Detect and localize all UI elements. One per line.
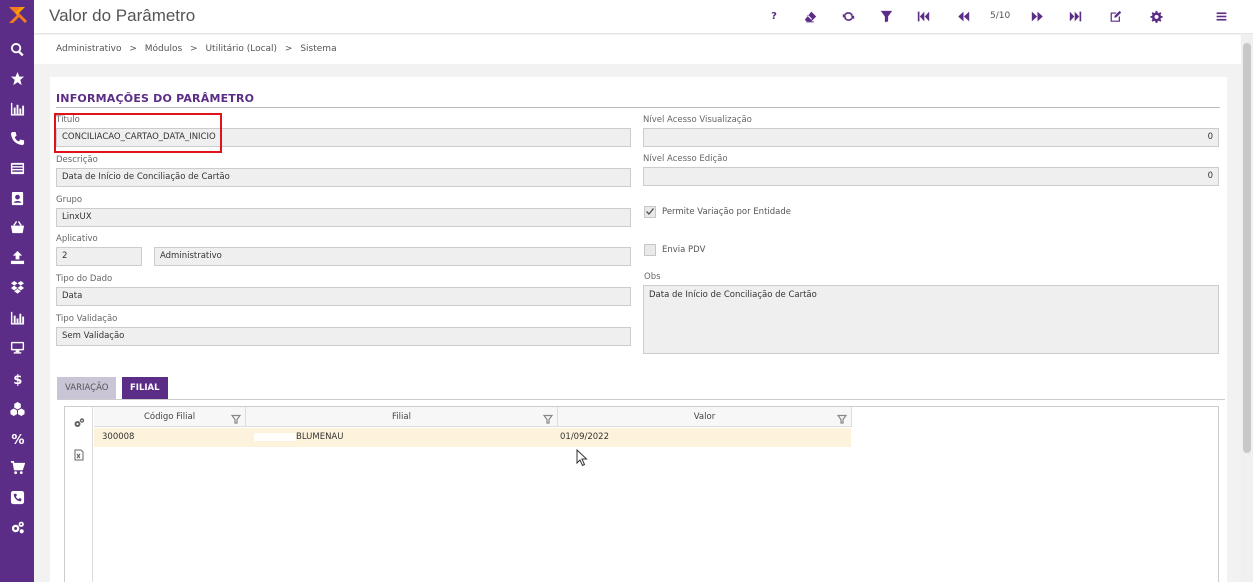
dropbox-icon[interactable] (0, 276, 34, 298)
record-counter: 5/10 (990, 11, 1011, 21)
column-header-label: Valor (693, 412, 716, 422)
nivel-edicao-label: Nível Acesso Edição (643, 154, 728, 164)
next-record-icon[interactable] (1026, 7, 1048, 25)
settings-icon[interactable] (1145, 7, 1167, 25)
percent-icon[interactable]: % (0, 427, 34, 449)
table-row[interactable]: 300008 BLUMENAU 01/09/2022 (94, 428, 851, 447)
breadcrumb-item[interactable]: Utilitário (Local) (205, 44, 277, 54)
monitor-icon[interactable] (0, 336, 34, 358)
obs-label: Obs (644, 272, 661, 282)
phone-square-icon[interactable] (0, 486, 34, 508)
cell-valor: 01/09/2022 (560, 432, 609, 442)
breadcrumb-separator: > (190, 44, 198, 54)
descricao-field[interactable]: Data de Início de Conciliação de Cartão (56, 168, 631, 187)
scrollbar-thumb[interactable] (1243, 43, 1251, 453)
column-header-valor[interactable]: Valor (558, 407, 852, 427)
cell-filial: BLUMENAU (296, 432, 344, 442)
upload-icon[interactable] (0, 246, 34, 268)
aplicativo-code-field[interactable]: 2 (56, 247, 142, 266)
grid-settings-icon[interactable] (72, 416, 86, 430)
cell-codigo-filial: 300008 (102, 432, 135, 442)
svg-text:$: $ (13, 373, 22, 386)
cart-icon[interactable] (0, 456, 34, 478)
tipo-dado-label: Tipo do Dado (56, 274, 113, 284)
section-divider (56, 107, 1220, 108)
export-excel-icon[interactable] (72, 448, 86, 462)
checkmark-icon (646, 208, 654, 215)
aplicativo-label: Aplicativo (56, 234, 98, 244)
obs-textarea[interactable]: Data de Início de Conciliação de Cartão (643, 285, 1219, 354)
tipo-validacao-label: Tipo Validação (56, 314, 118, 324)
search-icon[interactable] (0, 38, 34, 60)
descricao-label: Descrição (56, 155, 98, 165)
column-filter-icon[interactable] (836, 412, 848, 424)
bar-chart-icon[interactable] (0, 306, 34, 328)
parameter-panel: INFORMAÇÕES DO PARÂMETRO Título CONCILIA… (50, 77, 1227, 582)
nivel-edicao-field[interactable]: 0 (643, 167, 1219, 186)
permite-variacao-checkbox[interactable] (644, 206, 656, 218)
cogs-icon[interactable] (0, 516, 34, 538)
boxes-icon[interactable] (0, 397, 34, 419)
column-header-codigo-filial[interactable]: Código Filial (94, 407, 246, 427)
breadcrumb-bar: Administrativo > Módulos > Utilitário (L… (34, 35, 1253, 64)
breadcrumb-item[interactable]: Sistema (300, 44, 336, 54)
aplicativo-name-field[interactable]: Administrativo (154, 247, 631, 266)
tab-variacao[interactable]: VARIAÇÃO (57, 377, 117, 399)
list-icon[interactable] (0, 157, 34, 179)
previous-record-icon[interactable] (952, 7, 974, 25)
refresh-icon[interactable] (837, 7, 859, 25)
breadcrumb-item[interactable]: Administrativo (56, 44, 121, 54)
breadcrumb: Administrativo > Módulos > Utilitário (L… (56, 44, 342, 54)
mouse-cursor-icon (576, 449, 588, 467)
linx-logo-icon[interactable] (6, 4, 28, 26)
filial-grid: Código Filial Filial Valor 300008 BLUMEN… (64, 406, 1219, 582)
breadcrumb-separator: > (284, 44, 293, 54)
nivel-visualizacao-label: Nível Acesso Visualização (643, 115, 752, 125)
edit-icon[interactable] (1104, 7, 1126, 25)
sidebar: $ % (0, 0, 34, 582)
menu-icon[interactable] (1210, 7, 1232, 25)
column-header-label: Código Filial (143, 412, 196, 422)
grupo-field[interactable]: LinxUX (56, 208, 631, 227)
dollar-icon[interactable]: $ (0, 367, 34, 389)
bar-chart-icon[interactable] (0, 97, 34, 119)
svg-text:%: % (11, 433, 24, 446)
tabs-divider (57, 399, 1225, 400)
phone-icon[interactable] (0, 127, 34, 149)
filter-icon[interactable] (875, 7, 897, 25)
star-icon[interactable] (0, 67, 34, 89)
page-title: Valor do Parâmetro (49, 6, 196, 25)
help-icon: ? (771, 10, 777, 22)
grupo-label: Grupo (56, 195, 83, 205)
column-header-filial[interactable]: Filial (246, 407, 558, 427)
tipo-validacao-field[interactable]: Sem Validação (56, 327, 631, 346)
column-filter-icon[interactable] (542, 412, 554, 424)
breadcrumb-separator: > (129, 44, 137, 54)
nivel-visualizacao-field[interactable]: 0 (643, 128, 1219, 147)
page-scrollbar[interactable] (1241, 35, 1253, 582)
tab-filial[interactable]: FILIAL (122, 377, 168, 399)
basket-icon[interactable] (0, 216, 34, 238)
help-button[interactable]: ? (763, 7, 785, 25)
redacted-text (254, 433, 296, 441)
column-header-label: Filial (392, 412, 411, 422)
header: Valor do Parâmetro ? 5/10 (34, 0, 1253, 34)
permite-variacao-label: Permite Variação por Entidade (662, 207, 791, 217)
breadcrumb-item[interactable]: Módulos (145, 44, 182, 54)
column-filter-icon[interactable] (230, 412, 242, 424)
eraser-icon[interactable] (799, 7, 821, 25)
envia-pdv-label: Envia PDV (662, 245, 706, 255)
contact-card-icon[interactable] (0, 187, 34, 209)
last-record-icon[interactable] (1064, 7, 1086, 25)
grid-toolbar (65, 407, 93, 582)
titulo-highlight-box (54, 113, 222, 153)
section-title: INFORMAÇÕES DO PARÂMETRO (56, 92, 255, 105)
tipo-dado-field[interactable]: Data (56, 287, 631, 306)
envia-pdv-checkbox[interactable] (644, 244, 656, 256)
first-record-icon[interactable] (912, 7, 934, 25)
